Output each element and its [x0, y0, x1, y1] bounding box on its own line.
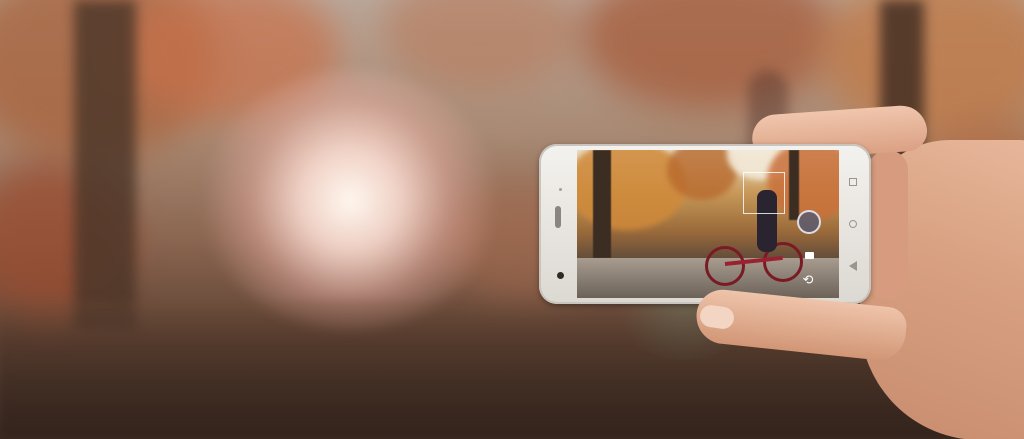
front-camera-icon: [557, 272, 564, 279]
home-icon[interactable]: [849, 220, 857, 228]
shutter-button[interactable]: [797, 210, 821, 234]
smartphone: ⟲: [539, 144, 871, 304]
proximity-sensor: [559, 188, 562, 191]
photo-scene: ⟲: [0, 0, 1024, 439]
screen-tree-trunk: [789, 150, 799, 220]
recent-apps-icon[interactable]: [849, 178, 857, 186]
screen-tree-trunk: [593, 150, 611, 258]
video-mode-icon[interactable]: [805, 252, 814, 259]
focus-frame: [743, 172, 785, 214]
foliage-blur: [380, 0, 580, 90]
foliage-blur: [580, 0, 840, 110]
tree-trunk: [74, 0, 136, 330]
back-icon[interactable]: [849, 261, 857, 271]
hand-fingers: [868, 150, 908, 300]
camera-viewfinder[interactable]: ⟲: [577, 150, 839, 298]
sun-glow: [200, 70, 500, 330]
switch-camera-icon[interactable]: ⟲: [801, 274, 815, 288]
earpiece-speaker: [555, 206, 561, 228]
